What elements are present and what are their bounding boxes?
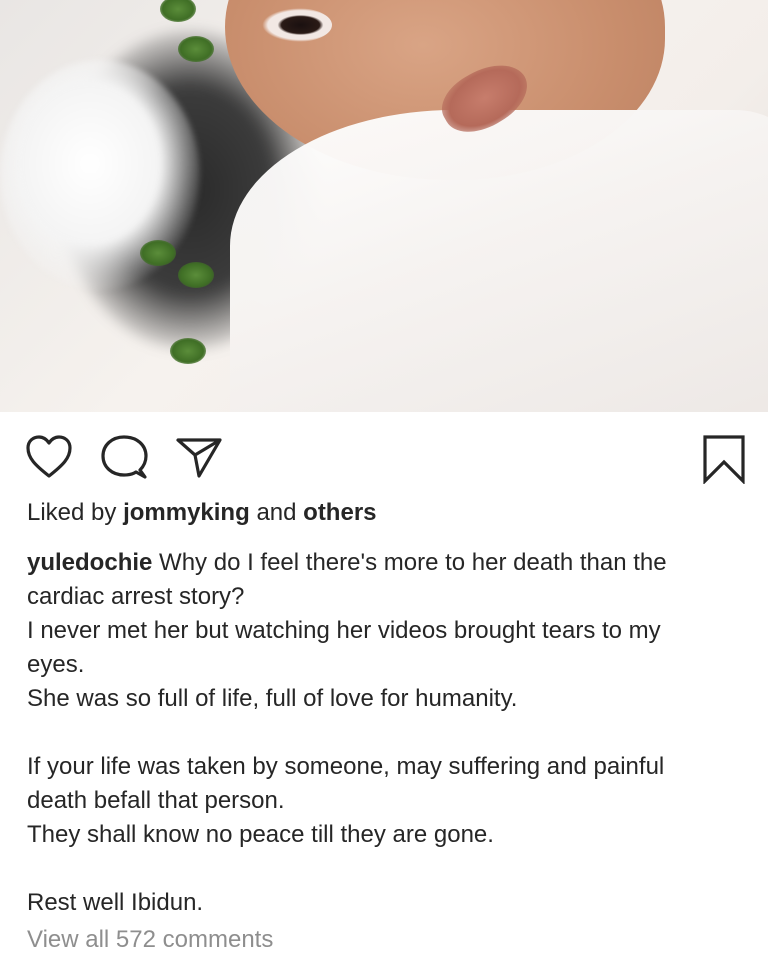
caption-text: I never met her but watching her videos … [27,617,661,644]
post-photo[interactable] [0,0,768,412]
photo-leaf [140,240,176,266]
view-all-comments-link[interactable]: View all 572 comments [27,925,273,955]
photo-eye [262,8,332,42]
photo-white-veil [230,110,768,412]
photo-leaf [178,262,214,288]
liked-by-username[interactable]: jommyking [123,499,250,526]
caption-text: If your life was taken by someone, may s… [27,753,665,780]
photo-leaf [170,338,206,364]
heart-icon[interactable] [25,434,73,480]
caption-text: Rest well Ibidun. [27,889,204,916]
caption-text: death befall that person. [27,787,285,814]
caption-line: yuledochie Why do I feel there's more to… [27,546,747,580]
comment-bubble-icon[interactable] [100,434,148,480]
photo-leaf [160,0,196,22]
liked-by-line: Liked by jommyking and others [27,498,377,528]
caption-text: Why do I feel there's more to her death … [159,549,667,576]
caption-text: She was so full of life, full of love fo… [27,685,518,712]
paper-plane-icon[interactable] [175,436,223,480]
post-caption: yuledochie Why do I feel there's more to… [27,546,747,920]
photo-leaf [178,36,214,62]
caption-text: cardiac arrest story? [27,583,245,610]
liked-by-and: and [256,499,297,526]
liked-by-others-link[interactable]: others [303,499,376,526]
caption-author-username[interactable]: yuledochie [27,549,152,576]
post-action-bar [0,430,768,486]
liked-by-prefix: Liked by [27,499,117,526]
bookmark-icon[interactable] [702,434,746,484]
caption-text: eyes. [27,651,85,678]
caption-text: They shall know no peace till they are g… [27,821,494,848]
